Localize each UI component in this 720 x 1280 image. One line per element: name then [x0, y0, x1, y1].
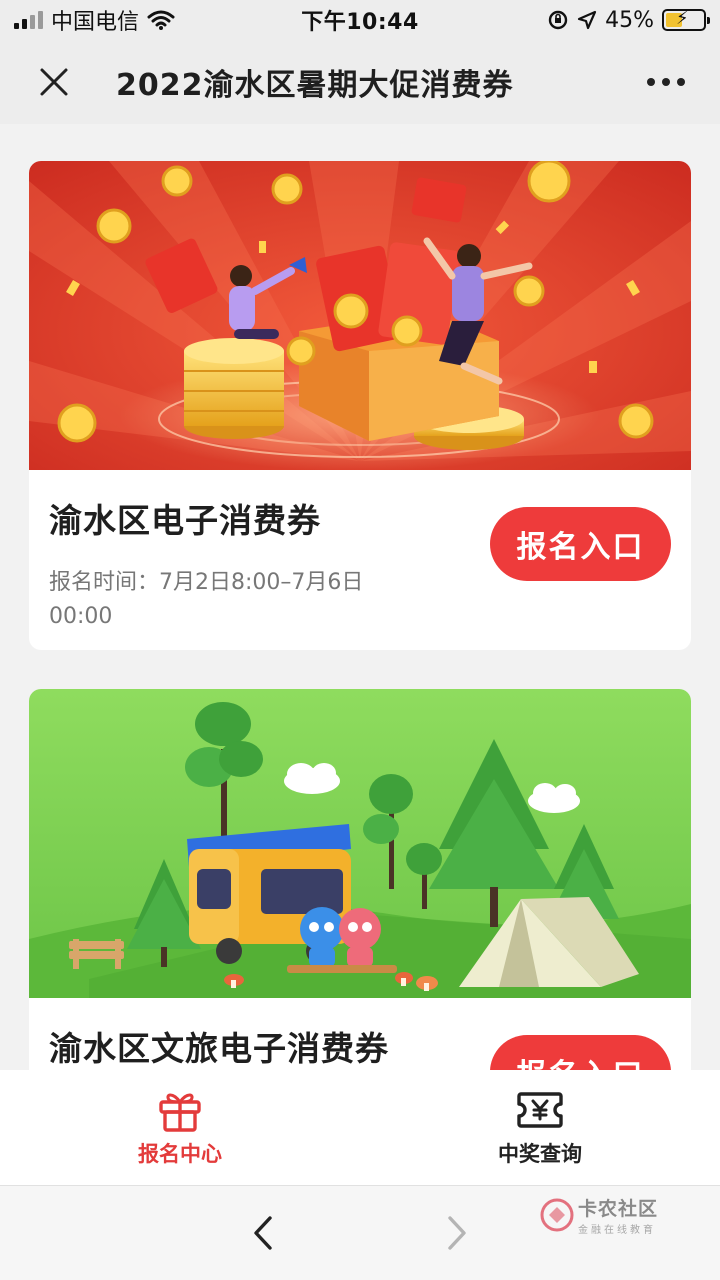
tab-prize-query[interactable]: 中奖查询	[360, 1070, 720, 1185]
back-arrow-icon[interactable]	[248, 1214, 278, 1252]
signup-button[interactable]: 报名入口	[490, 507, 671, 581]
signup-time: 报名时间：7月2日8:00–7月6日00:00	[49, 570, 364, 629]
watermark-main: 卡农社区	[577, 1198, 658, 1220]
tab-label: 报名中心	[138, 1141, 222, 1166]
battery-icon: ⚡	[662, 8, 710, 31]
voucher-card-body: 渝水区文旅电子消费券 报名入口	[29, 998, 691, 1070]
more-dot-icon	[647, 78, 655, 86]
status-left: 中国电信	[14, 4, 274, 36]
carrier-label: 中国电信	[51, 10, 140, 35]
close-button[interactable]	[0, 40, 108, 124]
watermark-text: 卡农社区 金融在线教育	[578, 1194, 658, 1236]
watermark-logo-icon	[540, 1198, 574, 1232]
nav-header: 2022渝水区暑期大促消费券	[0, 40, 720, 124]
status-right: 45% ⚡	[446, 7, 710, 33]
gift-icon	[159, 1093, 201, 1132]
status-bar: 中国电信 下午10:44 45% ⚡	[0, 0, 720, 40]
orientation-lock-icon	[548, 10, 568, 30]
more-button[interactable]	[612, 40, 720, 124]
forward-arrow-icon[interactable]	[442, 1214, 472, 1252]
close-icon	[40, 68, 68, 96]
app-screen: 中国电信 下午10:44 45% ⚡ 2022渝水区暑期大促消费券 渝水区电子消…	[0, 0, 720, 1280]
battery-percent: 45%	[605, 7, 654, 33]
voucher-card: 渝水区文旅电子消费券 报名入口	[29, 689, 691, 1070]
voucher-card-body: 渝水区电子消费券 报名时间：7月2日8:00–7月6日00:00 报名入口	[29, 470, 691, 650]
more-dot-icon	[677, 78, 685, 86]
wifi-icon	[147, 10, 175, 30]
status-time: 下午10:44	[301, 10, 419, 35]
voucher-card: 渝水区电子消费券 报名时间：7月2日8:00–7月6日00:00 报名入口	[29, 161, 691, 650]
page-title: 2022渝水区暑期大促消费券	[116, 68, 514, 103]
watermark-sub: 金融在线教育	[577, 1225, 656, 1236]
tab-bar: 报名中心 中奖查询	[0, 1070, 720, 1186]
voucher-banner-image	[29, 161, 691, 470]
signal-icon	[14, 11, 43, 29]
content-list[interactable]: 渝水区电子消费券 报名时间：7月2日8:00–7月6日00:00 报名入口 渝水…	[0, 124, 720, 1070]
location-arrow-icon	[577, 10, 597, 30]
tab-label: 中奖查询	[498, 1141, 582, 1166]
watermark: 卡农社区 金融在线教育	[540, 1194, 658, 1236]
ticket-yuan-icon	[517, 1091, 563, 1128]
tab-signup-center[interactable]: 报名中心	[0, 1070, 360, 1185]
browser-toolbar: 卡农社区 金融在线教育	[0, 1186, 720, 1280]
signup-button[interactable]: 报名入口	[490, 1035, 671, 1070]
more-dot-icon	[662, 78, 670, 86]
voucher-banner-image	[29, 689, 691, 998]
